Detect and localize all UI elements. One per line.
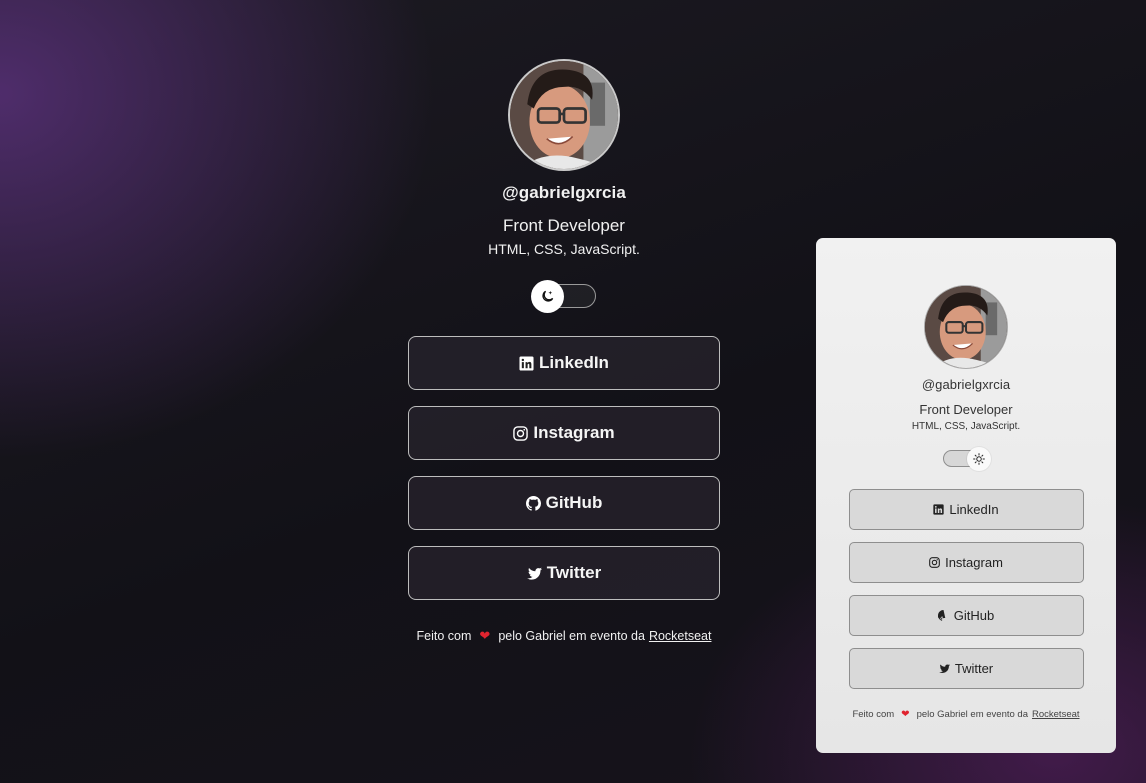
preview-footer: Feito com ❤ pelo Gabriel em evento da Ro…: [852, 709, 1079, 720]
preview-footer-prefix: Feito com: [852, 709, 895, 720]
preview-avatar: [924, 285, 1008, 369]
sun-icon: [973, 453, 985, 465]
theme-toggle[interactable]: [531, 280, 596, 313]
heart-icon: ❤: [901, 709, 910, 720]
footer: Feito com ❤ pelo Gabriel em evento da Ro…: [417, 628, 712, 644]
heart-icon: ❤: [479, 628, 491, 643]
preview-role: Front Developer: [919, 402, 1013, 417]
github-button[interactable]: GitHub: [408, 476, 720, 530]
preview-linkedin-button[interactable]: LinkedIn: [848, 489, 1084, 530]
avatar-photo: [510, 61, 618, 169]
footer-prefix: Feito com: [416, 629, 472, 643]
rocketseat-link[interactable]: Rocketseat: [649, 629, 712, 643]
linkedin-icon: [519, 355, 534, 371]
preview-link-list: LinkedIn Instagram GitHub Twitter: [848, 489, 1084, 689]
preview-linkedin-label: LinkedIn: [949, 502, 999, 517]
twitter-button[interactable]: Twitter: [408, 546, 720, 600]
preview-theme-toggle-knob[interactable]: [967, 447, 991, 471]
instagram-button[interactable]: Instagram: [408, 406, 720, 460]
preview-instagram-button[interactable]: Instagram: [848, 542, 1084, 583]
preview-twitter-label: Twitter: [954, 661, 994, 676]
preview-github-button[interactable]: GitHub: [848, 595, 1084, 636]
twitter-label: Twitter: [546, 563, 602, 582]
avatar: [508, 59, 620, 171]
profile-handle: @gabrielgxrcia: [502, 183, 626, 202]
profile-role: Front Developer: [503, 216, 625, 235]
preview-instagram-label: Instagram: [945, 555, 1003, 570]
instagram-icon: [929, 557, 940, 568]
linkedin-button[interactable]: LinkedIn: [408, 336, 720, 390]
preview-handle: @gabrielgxrcia: [921, 377, 1011, 392]
light-theme-preview: @gabrielgxrcia Front Developer HTML, CSS…: [816, 238, 1116, 753]
footer-middle: pelo Gabriel em evento da: [498, 629, 645, 643]
profile-main: @gabrielgxrcia Front Developer HTML, CSS…: [408, 59, 720, 644]
preview-github-label: GitHub: [953, 608, 995, 623]
linkedin-icon: [933, 504, 945, 515]
preview-footer-middle: pelo Gabriel em evento da: [916, 709, 1028, 720]
github-icon: [937, 610, 946, 621]
github-label: GitHub: [545, 493, 603, 512]
twitter-icon: [938, 664, 950, 673]
moon-stars-icon: [542, 290, 554, 302]
theme-toggle-knob[interactable]: [531, 280, 564, 313]
instagram-icon: [513, 425, 529, 441]
avatar-photo: [925, 286, 1007, 368]
preview-twitter-button[interactable]: Twitter: [848, 648, 1084, 689]
github-icon: [525, 495, 541, 511]
twitter-icon: [526, 567, 542, 580]
preview-theme-toggle[interactable]: [943, 447, 991, 471]
preview-stack: HTML, CSS, JavaScript.: [911, 421, 1021, 432]
linkedin-label: LinkedIn: [539, 353, 609, 372]
instagram-label: Instagram: [533, 423, 615, 442]
link-list: LinkedIn Instagram GitHub Twitter: [408, 336, 720, 600]
profile-stack: HTML, CSS, JavaScript.: [488, 241, 640, 257]
preview-rocketseat-link[interactable]: Rocketseat: [1032, 709, 1080, 720]
